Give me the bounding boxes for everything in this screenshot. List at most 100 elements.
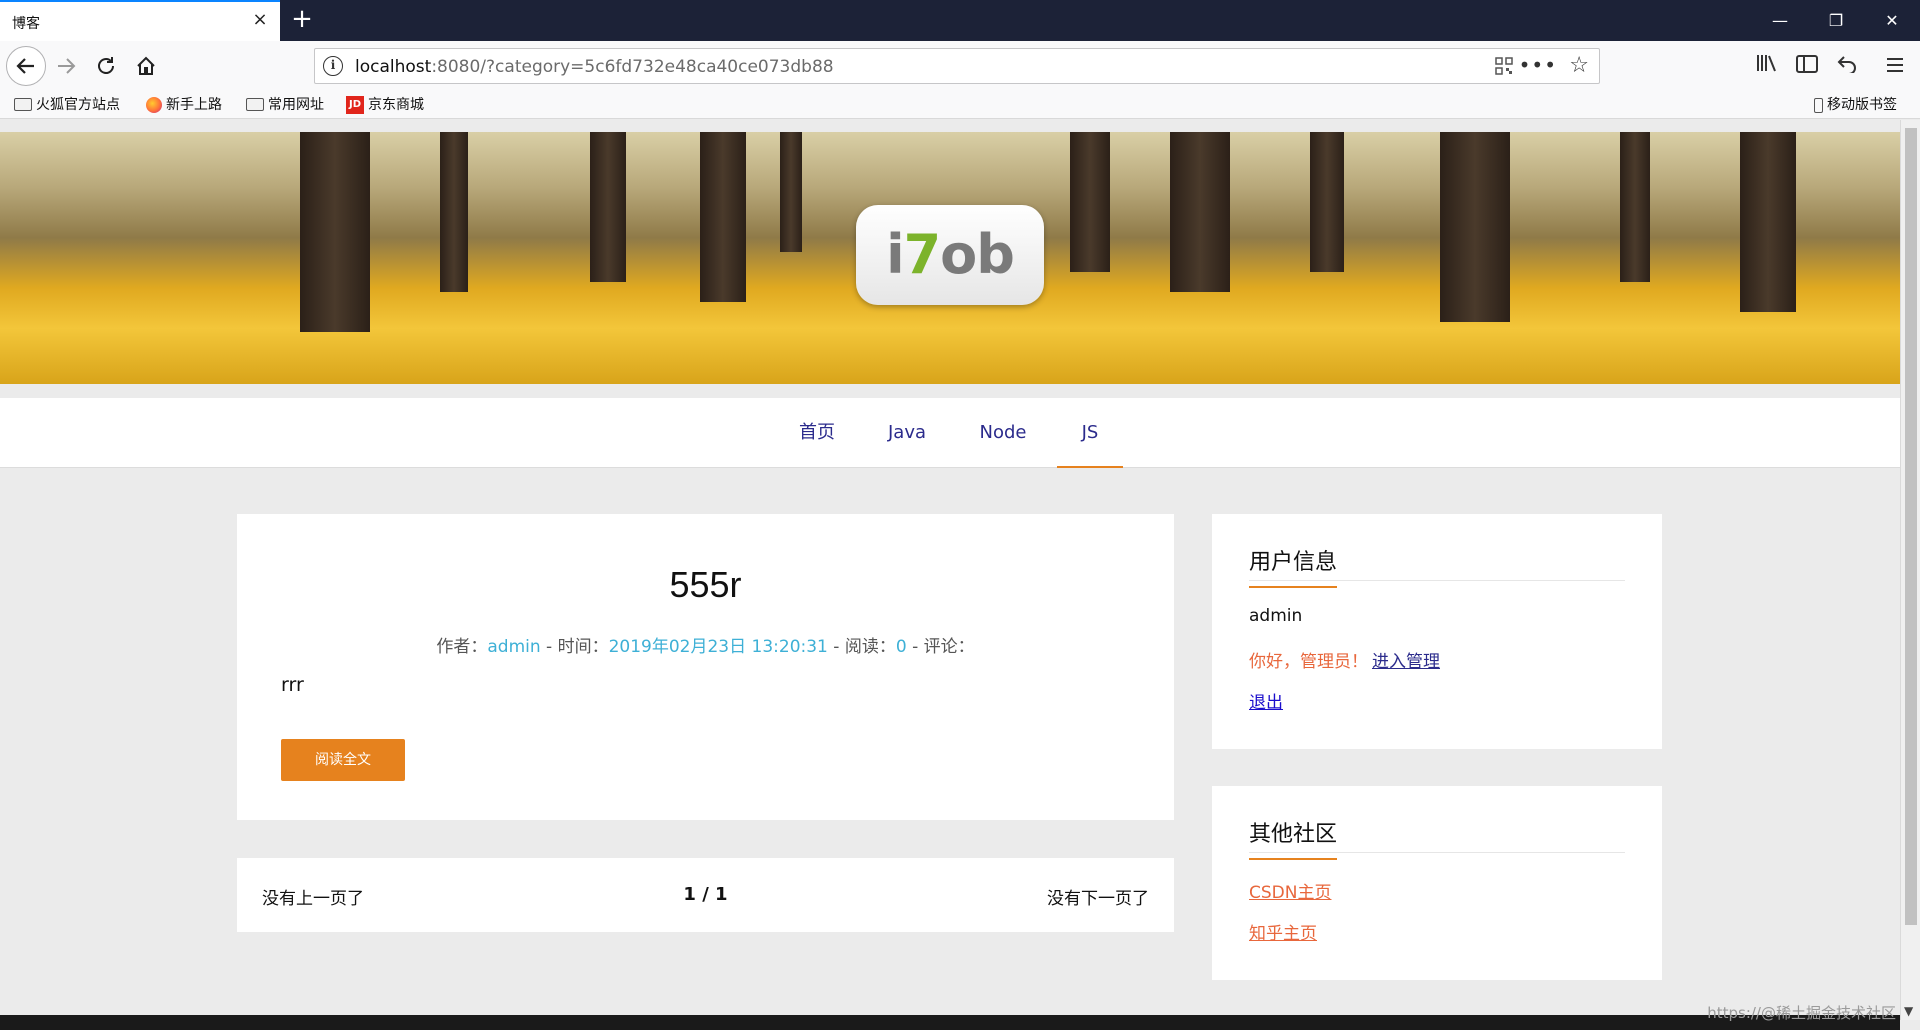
home-button[interactable] (128, 48, 164, 84)
url-path: :8080/?category=5c6fd732e48ca40ce073db88 (431, 57, 834, 77)
nav-item-js[interactable]: JS (1057, 398, 1123, 468)
banner-tree (1740, 132, 1796, 312)
banner-tree (1440, 132, 1510, 322)
bookmark-item[interactable]: 火狐官方站点 (14, 95, 120, 115)
community-panel: 其他社区 CSDN主页 知乎主页 (1212, 786, 1662, 980)
post-excerpt: rrr (281, 674, 304, 696)
tab-close-icon[interactable]: × (250, 10, 270, 30)
qr-code-icon[interactable] (1495, 57, 1513, 75)
url-host: localhost (355, 57, 432, 77)
user-info-panel: 用户信息 admin 你好，管理员！ 进入管理 退出 (1212, 514, 1662, 749)
admin-greeting-line: 你好，管理员！ 进入管理 (1249, 647, 1440, 672)
bookmark-label: 常用网址 (268, 97, 324, 113)
site-logo[interactable]: i7ob (856, 205, 1044, 305)
site-nav: 首页 Java Node JS (0, 398, 1900, 468)
banner-tree (1310, 132, 1344, 272)
banner-tree (300, 132, 370, 332)
menu-glyph (1887, 58, 1903, 72)
banner-tree (590, 132, 626, 282)
page-actions-icon[interactable]: ••• (1519, 53, 1557, 77)
watermark: https://@稀土掘金技术社区 (1707, 1004, 1896, 1022)
bookmark-item[interactable]: 新手上路 (146, 95, 222, 115)
pager-page-number: 1 / 1 (683, 884, 728, 905)
library-icon[interactable] (1752, 51, 1782, 81)
enter-admin-link[interactable]: 进入管理 (1372, 652, 1440, 672)
page-viewport: i7ob 首页 Java Node JS 555r 作者：admin - 时间：… (0, 120, 1900, 1020)
bookmarks-toolbar: 火狐官方站点 新手上路 常用网址 JD 京东商城 移动版书签 (0, 91, 1920, 119)
url-text[interactable]: localhost:8080/?category=5c6fd732e48ca40… (355, 57, 834, 77)
username: admin (1249, 606, 1303, 626)
post-time: 2019年02月23日 13:20:31 (608, 637, 828, 657)
post-title[interactable]: 555r (237, 564, 1174, 606)
minimize-button[interactable]: — (1752, 0, 1808, 41)
banner-tree (440, 132, 468, 292)
close-window-button[interactable]: ✕ (1864, 0, 1920, 41)
sidebar-glyph (1796, 55, 1818, 73)
meta-author-label: 作者： (436, 637, 488, 657)
new-tab-button[interactable]: + (288, 6, 316, 34)
undo-icon[interactable] (1832, 51, 1862, 81)
site-info-icon[interactable]: i (323, 56, 343, 76)
banner-tree (1170, 132, 1230, 292)
browser-tab[interactable]: 博客 × (0, 0, 280, 41)
post-meta: 作者：admin - 时间：2019年02月23日 13:20:31 - 阅读：… (237, 632, 1174, 657)
arrow-left-icon (16, 58, 34, 74)
bookmark-item[interactable]: 常用网址 (246, 95, 324, 115)
bookmark-item[interactable]: JD 京东商城 (346, 95, 424, 115)
pager-next: 没有下一页了 (1047, 889, 1149, 909)
folder-icon (14, 97, 32, 111)
post-author: admin (487, 637, 541, 657)
read-more-button[interactable]: 阅读全文 (281, 739, 405, 781)
arrow-right-icon (58, 58, 76, 74)
reload-button[interactable] (88, 48, 124, 84)
zhihu-link[interactable]: 知乎主页 (1249, 919, 1317, 944)
browser-toolbar: i localhost:8080/?category=5c6fd732e48ca… (0, 41, 1920, 91)
home-icon (137, 56, 155, 75)
logout-link[interactable]: 退出 (1249, 688, 1283, 713)
divider (1249, 852, 1625, 853)
logo-text: i7ob (886, 223, 1015, 286)
folder-icon (246, 97, 264, 111)
firefox-icon (146, 97, 162, 113)
banner-tree (1620, 132, 1650, 282)
community-title: 其他社区 (1249, 816, 1338, 860)
scrollbar-thumb[interactable] (1905, 128, 1917, 925)
csdn-link[interactable]: CSDN主页 (1249, 878, 1331, 903)
mobile-bookmarks-label: 移动版书签 (1827, 97, 1897, 113)
undo-glyph (1837, 56, 1856, 75)
address-bar[interactable]: i localhost:8080/?category=5c6fd732e48ca… (314, 48, 1600, 84)
banner-tree (780, 132, 802, 252)
pager: 没有上一页了 1 / 1 没有下一页了 (237, 858, 1174, 932)
logo-part: ob (940, 223, 1015, 286)
nav-item-home[interactable]: 首页 (788, 398, 846, 468)
maximize-button[interactable]: ❐ (1808, 0, 1864, 41)
banner-tree (700, 132, 746, 302)
reload-icon (98, 57, 114, 74)
sidebar-toggle-icon[interactable] (1792, 51, 1822, 81)
nav-item-java[interactable]: Java (876, 398, 938, 468)
post-reads: 0 (895, 637, 907, 657)
meta-read-label: - 阅读： (827, 637, 896, 657)
back-button[interactable] (6, 46, 46, 86)
meta-comment-label: - 评论： (906, 637, 975, 657)
bookmark-label: 京东商城 (368, 97, 424, 113)
meta-time-label: - 时间： (540, 637, 609, 657)
library-glyph (1757, 55, 1776, 72)
logo-part: i (886, 223, 904, 286)
bookmark-star-icon[interactable]: ☆ (1569, 53, 1589, 78)
mobile-icon (1814, 97, 1823, 113)
jd-icon: JD (346, 96, 364, 114)
bookmark-label: 新手上路 (166, 97, 222, 113)
tab-title: 博客 (12, 16, 40, 32)
scroll-down-icon[interactable]: ▼ (1904, 1004, 1913, 1018)
forward-button[interactable] (48, 48, 84, 84)
post-card: 555r 作者：admin - 时间：2019年02月23日 13:20:31 … (237, 514, 1174, 820)
logo-part: 7 (903, 223, 942, 286)
hamburger-menu-icon[interactable] (1880, 51, 1910, 81)
page-scrollbar[interactable]: ▼ (1900, 120, 1920, 1020)
nav-item-node[interactable]: Node (968, 398, 1038, 468)
banner-tree (1070, 132, 1110, 272)
user-info-title: 用户信息 (1249, 544, 1338, 588)
divider (1249, 580, 1625, 581)
mobile-bookmarks[interactable]: 移动版书签 (1814, 95, 1897, 115)
